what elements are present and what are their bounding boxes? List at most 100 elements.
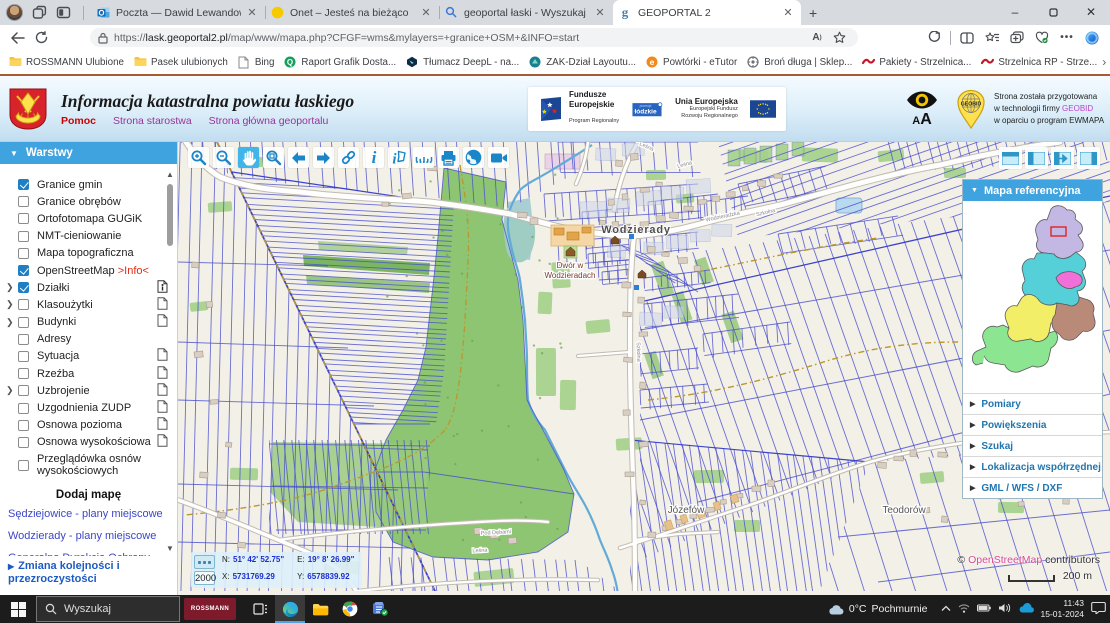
layer-checkbox[interactable] xyxy=(18,334,29,345)
settings-more-icon[interactable]: ••• xyxy=(1055,28,1079,48)
map-tool-arrow-right[interactable] xyxy=(313,147,334,168)
browser-tab-3[interactable]: geoportal łaski - Wyszukaj✕ xyxy=(439,0,613,25)
scale-value[interactable]: 2000 xyxy=(194,571,215,585)
expand-icon[interactable]: ❯ xyxy=(6,282,18,293)
bookmarks-overflow-icon[interactable]: › xyxy=(1102,55,1110,69)
map-tool-print[interactable] xyxy=(438,147,459,168)
scale-menu-button[interactable] xyxy=(194,555,215,569)
refpanel-item-powi-kszenia[interactable]: ▶Powiększenia xyxy=(963,414,1102,435)
layer-label[interactable]: NMT-cieniowanie xyxy=(37,230,157,242)
browser-tab-1[interactable]: Poczta — Dawid Lewandowski —✕ xyxy=(91,0,265,25)
bookmark-item[interactable]: Strzelnica RP - Strze... xyxy=(978,54,1100,71)
tab-actions-icon[interactable] xyxy=(56,5,71,20)
link-geoportal-home[interactable]: Strona główna geoportalu xyxy=(209,115,329,127)
reference-map-header[interactable]: ▼Mapa referencyjna xyxy=(963,180,1102,201)
bookmark-item[interactable]: ROSSMANN Ulubione xyxy=(6,54,127,71)
layout-toggle-top[interactable] xyxy=(999,147,1022,169)
refresh-icon[interactable] xyxy=(30,28,52,48)
map-tool-video[interactable] xyxy=(488,147,509,168)
refpanel-item-pomiary[interactable]: ▶Pomiary xyxy=(963,393,1102,414)
volume-icon[interactable] xyxy=(998,603,1011,616)
start-button[interactable] xyxy=(0,595,36,623)
new-tab-button[interactable]: + xyxy=(801,5,825,21)
minimize-button[interactable]: – xyxy=(996,0,1034,25)
layer-label[interactable]: Granice gmin xyxy=(37,179,157,191)
onedrive-icon[interactable] xyxy=(1018,603,1034,616)
layer-checkbox[interactable] xyxy=(18,437,29,448)
map-tool-measure[interactable] xyxy=(413,147,434,168)
browser-essentials-icon[interactable] xyxy=(1005,28,1029,48)
browser-tab-4[interactable]: gGEOPORTAL 2✕ xyxy=(613,0,801,25)
bookmark-item[interactable]: ZAK-Dział Layoutu... xyxy=(526,54,639,71)
layer-label[interactable]: Mapa topograficzna xyxy=(37,247,157,259)
expand-icon[interactable]: ❯ xyxy=(6,299,18,310)
layer-label[interactable]: Przeglądówka osnów wysokościowych xyxy=(37,453,157,477)
map-tool-info-poly[interactable]: i xyxy=(388,147,409,168)
rossmann-app[interactable]: ROSSMANN xyxy=(184,598,236,620)
layer-label[interactable]: Budynki xyxy=(37,316,157,328)
tab-close-icon[interactable]: ✕ xyxy=(781,6,795,19)
layer-checkbox[interactable] xyxy=(18,282,29,293)
notification-icon[interactable] xyxy=(1091,601,1106,617)
link-sedziejowice-plany[interactable]: Sędziejowice - plany miejscowe xyxy=(0,503,177,525)
link-starostwo[interactable]: Strona starostwa xyxy=(113,115,192,127)
battery-icon[interactable] xyxy=(977,603,991,615)
map-tool-pan[interactable] xyxy=(238,147,259,168)
layer-checkbox[interactable] xyxy=(18,368,29,379)
edge-taskbar-icon[interactable] xyxy=(275,595,305,623)
bookmark-item[interactable]: QRaport Grafik Dosta... xyxy=(281,54,399,71)
map-viewport[interactable]: WodzieradyDwór wWodzieradachJózefówTeodo… xyxy=(178,142,1110,595)
openstreetmap-link[interactable]: OpenStreetMap xyxy=(968,554,1042,566)
split-screen-icon[interactable] xyxy=(955,28,979,48)
layer-checkbox[interactable] xyxy=(18,231,29,242)
bookmark-item[interactable]: Broń długa | Sklep... xyxy=(744,54,855,71)
layer-checkbox[interactable] xyxy=(18,179,29,190)
map-tool-zoom-box[interactable] xyxy=(263,147,284,168)
refpanel-item-lokalizacja-wsp-rz-dnej[interactable]: ▶Lokalizacja współrzędnej xyxy=(963,456,1102,477)
order-transparency-link[interactable]: ▶Zmiana kolejności i przezroczystości xyxy=(0,556,177,592)
read-aloud-icon[interactable]: A) xyxy=(806,28,828,48)
layers-panel-header[interactable]: ▼Warstwy xyxy=(0,142,177,164)
accessibility-widget[interactable]: AA xyxy=(902,91,942,127)
scroll-up-icon[interactable]: ▲ xyxy=(165,170,175,179)
layer-checkbox[interactable] xyxy=(18,248,29,259)
link-wodzierady-plany[interactable]: Wodzierady - plany miejscowe xyxy=(0,525,177,547)
layer-checkbox[interactable] xyxy=(18,403,29,414)
layer-label[interactable]: Adresy xyxy=(37,333,157,345)
expand-icon[interactable]: ❯ xyxy=(6,317,18,328)
layer-checkbox[interactable] xyxy=(18,420,29,431)
bookmark-item[interactable]: Pasek ulubionych xyxy=(131,54,231,71)
task-view-button[interactable] xyxy=(245,595,275,623)
layer-checkbox[interactable] xyxy=(18,317,29,328)
layer-label[interactable]: Osnowa wysokościowa xyxy=(37,436,157,448)
workspaces-icon[interactable] xyxy=(32,5,47,20)
map-tool-link[interactable] xyxy=(338,147,359,168)
link-pomoc[interactable]: Pomoc xyxy=(61,115,96,127)
map-tool-zoom-out[interactable] xyxy=(213,147,234,168)
taskbar-weather[interactable]: 0°CPochmurnie xyxy=(828,603,928,615)
browser-tab-2[interactable]: Onet – Jesteś na bieżąco✕ xyxy=(265,0,439,25)
bookmark-item[interactable]: Bing xyxy=(235,54,278,71)
layer-label[interactable]: Działki xyxy=(37,282,157,294)
taskbar-clock[interactable]: 11:43 15-01-2024 xyxy=(1041,598,1084,620)
tab-close-icon[interactable]: ✕ xyxy=(245,6,259,19)
layer-label[interactable]: Ortofotomapa GUGiK xyxy=(37,213,157,225)
collections-icon[interactable] xyxy=(980,28,1004,48)
layout-move-right[interactable] xyxy=(1051,147,1074,169)
tray-expand-icon[interactable] xyxy=(941,603,951,615)
layer-label[interactable]: OpenStreetMap >Info< xyxy=(37,265,157,277)
wallet-icon[interactable] xyxy=(1030,28,1054,48)
map-tool-zoom-in[interactable] xyxy=(188,147,209,168)
favorite-star-icon[interactable] xyxy=(828,28,850,48)
close-window-button[interactable]: ✕ xyxy=(1072,0,1110,25)
layer-label[interactable]: Uzbrojenie xyxy=(37,385,157,397)
layer-checkbox[interactable] xyxy=(18,213,29,224)
scrollbar-thumb[interactable] xyxy=(167,184,173,246)
chrome-icon[interactable] xyxy=(335,595,365,623)
teams-icon[interactable] xyxy=(365,595,395,623)
copilot-icon[interactable] xyxy=(1080,28,1104,48)
shield-icon[interactable] xyxy=(922,28,946,48)
font-size-aa[interactable]: AA xyxy=(902,114,942,127)
map-tool-info[interactable]: i xyxy=(363,147,384,168)
reference-map[interactable] xyxy=(963,201,1102,393)
